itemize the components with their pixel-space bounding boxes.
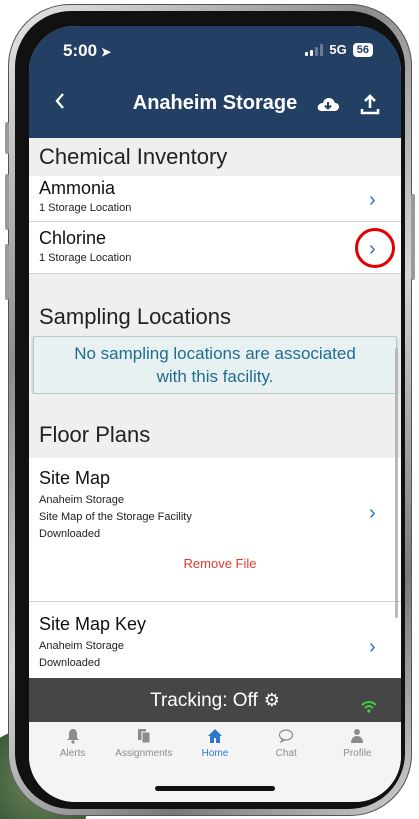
tab-alerts[interactable]: Alerts	[40, 728, 106, 802]
tracking-label: Tracking:	[150, 690, 228, 711]
nav-bar: Anaheim Storage	[29, 78, 401, 134]
bell-icon	[40, 728, 106, 748]
notice-line-1: No sampling locations are associated	[74, 344, 356, 363]
list-item-site-map[interactable]: Site Map Anaheim Storage Site Map of the…	[29, 458, 401, 602]
network-type: 5G	[329, 42, 347, 57]
tab-label: Profile	[343, 748, 372, 759]
home-icon	[182, 728, 248, 748]
screenshot-stage: 5:00 ➤ 5G 56 Anaheim Storage Chemical In…	[0, 0, 419, 819]
tracking-value: Off	[232, 690, 258, 711]
gear-icon[interactable]: ⚙	[264, 678, 280, 722]
volume-up-button	[5, 174, 9, 230]
tab-label: Alerts	[59, 748, 86, 759]
person-icon	[324, 728, 390, 748]
main-content: Chemical Inventory Ammonia 1 Storage Loc…	[29, 138, 401, 678]
spacer	[29, 394, 401, 416]
power-button	[411, 194, 415, 280]
chat-bubble-icon	[253, 728, 319, 748]
section-title-chemical-inventory: Chemical Inventory	[29, 138, 401, 176]
upload-button[interactable]	[357, 92, 383, 118]
tab-label: Home	[201, 748, 229, 759]
list-item-chlorine[interactable]: Chlorine 1 Storage Location ›	[29, 222, 401, 274]
tab-profile[interactable]: Profile	[324, 728, 390, 802]
item-name: Site Map Key	[39, 614, 147, 634]
item-name: Site Map	[39, 468, 111, 488]
item-status: Downloaded	[39, 528, 101, 540]
mute-switch	[5, 122, 9, 154]
highlight-circle	[355, 228, 395, 268]
upload-icon	[360, 94, 380, 115]
home-indicator	[155, 786, 275, 791]
notice-line-2: with this facility.	[156, 367, 274, 386]
status-time: 5:00 ➤	[63, 41, 111, 61]
item-detail: 1 Storage Location	[39, 202, 132, 214]
item-name: Ammonia	[39, 178, 116, 198]
list-item-ammonia[interactable]: Ammonia 1 Storage Location ›	[29, 176, 401, 222]
item-facility: Anaheim Storage	[39, 494, 124, 506]
spacer	[29, 274, 401, 298]
item-name: Chlorine	[39, 228, 107, 248]
status-indicators: 5G 56	[305, 42, 373, 57]
remove-file-button[interactable]: Remove File	[39, 556, 401, 571]
chevron-right-icon: ›	[369, 502, 376, 524]
volume-down-button	[5, 244, 9, 300]
item-facility: Anaheim Storage	[39, 640, 124, 652]
time-text: 5:00	[63, 41, 98, 60]
chevron-right-icon: ›	[369, 636, 376, 658]
item-status: Downloaded	[39, 657, 101, 669]
battery-indicator: 56	[352, 42, 373, 57]
signal-icon	[305, 43, 324, 56]
app-header: 5:00 ➤ 5G 56 Anaheim Storage	[29, 26, 401, 138]
cloud-download-button[interactable]	[315, 92, 341, 118]
section-title-floor-plans: Floor Plans	[29, 416, 401, 454]
documents-icon	[111, 728, 177, 748]
list-item-site-map-key[interactable]: Site Map Key Anaheim Storage Downloaded …	[29, 602, 401, 678]
section-title-sampling-locations: Sampling Locations	[29, 298, 401, 336]
phone-screen: 5:00 ➤ 5G 56 Anaheim Storage Chemical In…	[29, 26, 401, 802]
tab-label: Chat	[275, 748, 297, 759]
status-bar: 5:00 ➤ 5G 56	[29, 26, 401, 78]
tab-label: Assignments	[115, 748, 173, 759]
page-title: Anaheim Storage	[132, 92, 298, 114]
item-detail: 1 Storage Location	[39, 252, 132, 264]
cloud-download-icon	[317, 98, 339, 111]
location-arrow-icon: ➤	[101, 45, 112, 59]
empty-state-notice: No sampling locations are associated wit…	[33, 336, 397, 394]
tracking-bar[interactable]: Tracking: Off ⚙	[29, 678, 401, 722]
phone-frame: 5:00 ➤ 5G 56 Anaheim Storage Chemical In…	[5, 4, 415, 816]
chevron-right-icon: ›	[369, 189, 376, 211]
item-description: Site Map of the Storage Facility	[39, 511, 192, 523]
scrollbar[interactable]	[395, 348, 398, 618]
